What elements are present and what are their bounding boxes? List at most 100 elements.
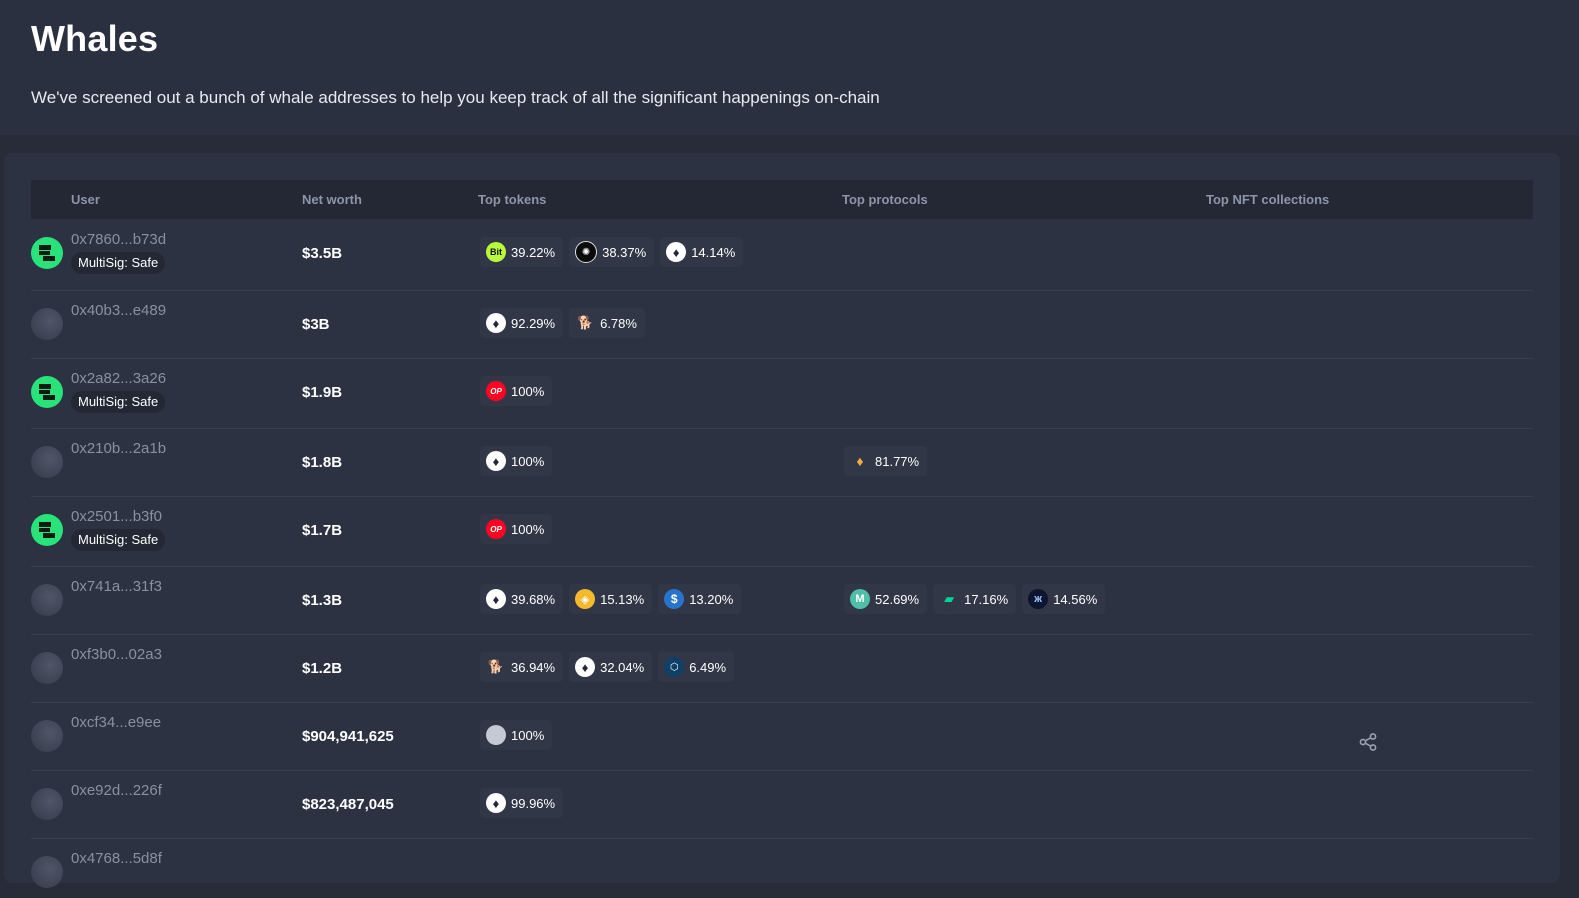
token-chip[interactable]: ♦ 39.68% [480, 584, 564, 614]
table-row[interactable]: 0xcf34...e9ee $904,941,625 ● 100% [31, 702, 1533, 771]
token-chip[interactable]: ⬡ 6.49% [658, 652, 735, 682]
wallet-address-link[interactable]: 0x210b...2a1b [71, 440, 166, 457]
token-chip[interactable]: ♦ 99.96% [480, 788, 564, 818]
net-worth-value: $823,487,045 [302, 796, 394, 813]
sunburst-token-icon: ✺ [575, 241, 598, 263]
protocol-chip[interactable]: ж 14.56% [1022, 584, 1106, 614]
token-chip[interactable]: ♦ 14.14% [660, 237, 744, 267]
eth-icon: ♦ [486, 451, 506, 471]
multisig-badge: MultiSig: Safe [71, 391, 166, 413]
protocol-percentage: 52.69% [875, 591, 920, 607]
op-icon: OP [486, 381, 506, 401]
morpho-icon: ж [1028, 589, 1049, 609]
eth-icon: ♦ [666, 242, 687, 262]
avatar [31, 652, 63, 684]
token-percentage: 92.29% [511, 315, 556, 331]
token-chip[interactable]: OP 100% [480, 514, 553, 544]
wallet-address-link[interactable]: 0xe92d...226f [71, 782, 162, 799]
avatar [31, 308, 63, 340]
table-row[interactable]: 0x210b...2a1b $1.8B ♦ 100% ♦ 81.77% [31, 428, 1533, 497]
table-row[interactable]: 0xf3b0...02a3 $1.2B 🐕 36.94% ♦ 32.04% ⬡ 6.49% [31, 634, 1533, 703]
wallet-address-link[interactable]: 0x2501...b3f0 [71, 508, 162, 525]
net-worth-value: $1.2B [302, 660, 343, 677]
bit-token-icon: Bit [486, 242, 506, 262]
column-header-user[interactable]: User [71, 192, 100, 207]
token-percentage: 39.22% [511, 244, 556, 260]
table-header: User Net worth Top tokens Top protocols … [31, 180, 1533, 219]
avatar [31, 446, 63, 478]
op-icon: OP [486, 519, 506, 539]
net-worth-value: $904,941,625 [302, 728, 394, 745]
token-percentage: 6.49% [689, 659, 727, 675]
token-list: OP 100% [480, 514, 553, 544]
token-list: ♦ 92.29% 🐕 6.78% [480, 308, 645, 338]
table-row[interactable]: 0x4768...5d8f [31, 838, 1533, 898]
usdc-icon: $ [664, 589, 685, 609]
token-percentage: 100% [511, 383, 545, 399]
protocol-chip[interactable]: ▰ 17.16% [933, 584, 1017, 614]
multisig-badge: MultiSig: Safe [71, 529, 166, 551]
safe-icon [31, 514, 63, 546]
protocol-chip[interactable]: ♦ 81.77% [844, 446, 928, 476]
safe-icon [31, 237, 63, 269]
token-list: OP 100% [480, 376, 553, 406]
token-percentage: 39.68% [511, 591, 556, 607]
wallet-address-link[interactable]: 0x4768...5d8f [71, 850, 162, 867]
eth-icon: ♦ [486, 589, 506, 609]
token-chip[interactable]: ● 100% [480, 720, 553, 750]
eth-icon: ♦ [486, 793, 506, 813]
table-row[interactable]: 0x40b3...e489 $3B ♦ 92.29% 🐕 6.78% [31, 290, 1533, 359]
wallet-address-link[interactable]: 0xf3b0...02a3 [71, 646, 162, 663]
table-row[interactable]: 0x7860...b73d MultiSig: Safe $3.5B Bit 39.22… [31, 219, 1533, 291]
table-row[interactable]: 0xe92d...226f $823,487,045 ♦ 99.96% [31, 770, 1533, 839]
token-chip[interactable]: ✺ 38.37% [569, 237, 655, 267]
token-list: ♦ 100% [480, 446, 553, 476]
wallet-address-link[interactable]: 0x741a...31f3 [71, 578, 162, 595]
avatar [31, 788, 63, 820]
protocol-chip[interactable]: M 52.69% [844, 584, 928, 614]
token-chip[interactable]: 🐕 36.94% [480, 652, 564, 682]
token-chip[interactable]: OP 100% [480, 376, 553, 406]
lido-icon: ♦ [850, 451, 870, 471]
token-percentage: 36.94% [511, 659, 556, 675]
page-title: Whales [31, 18, 159, 59]
token-list: ♦ 39.68% ◈ 15.13% $13.20% [480, 584, 742, 614]
multisig-badge: MultiSig: Safe [71, 252, 166, 274]
page-header: Whales We've screened out a bunch of wha… [0, 0, 1579, 135]
avatar [31, 856, 63, 888]
token-chip[interactable]: 🐕 6.78% [569, 308, 645, 338]
token-percentage: 15.13% [600, 591, 645, 607]
token-chip[interactable]: ♦ 32.04% [569, 652, 653, 682]
wallet-address-link[interactable]: 0x7860...b73d [71, 231, 166, 248]
wallet-address-link[interactable]: 0x40b3...e489 [71, 302, 166, 319]
net-worth-value: $1.9B [302, 384, 343, 401]
cro-icon: ⬡ [664, 657, 685, 677]
avatar [31, 584, 63, 616]
token-chip[interactable]: $13.20% [658, 584, 742, 614]
table-row[interactable]: 0x2a82...3a26 MultiSig: Safe $1.9B OP 100% [31, 358, 1533, 429]
net-worth-value: $3.5B [302, 245, 343, 262]
wallet-address-link[interactable]: 0xcf34...e9ee [71, 714, 161, 731]
token-list: ♦ 99.96% [480, 788, 564, 818]
token-percentage: 38.37% [602, 244, 647, 260]
avatar [31, 720, 63, 752]
token-percentage: 100% [511, 453, 545, 469]
token-chip[interactable]: Bit 39.22% [480, 237, 564, 267]
token-chip[interactable]: ♦ 92.29% [480, 308, 564, 338]
protocol-list: ♦ 81.77% [844, 446, 928, 476]
protocol-list: M 52.69% ▰ 17.16% ж 14.56% [844, 584, 1106, 614]
token-chip[interactable]: ◈ 15.13% [569, 584, 653, 614]
whales-table-panel: User Net worth Top tokens Top protocols … [4, 153, 1560, 888]
wallet-address-link[interactable]: 0x2a82...3a26 [71, 370, 166, 387]
table-row[interactable]: 0x2501...b3f0 MultiSig: Safe $1.7B OP 100% [31, 496, 1533, 567]
net-worth-value: $3B [302, 316, 330, 333]
column-header-net-worth[interactable]: Net worth [302, 192, 362, 207]
token-percentage: 14.14% [691, 244, 736, 260]
token-chip[interactable]: ♦ 100% [480, 446, 553, 476]
compound-icon: ▰ [939, 589, 960, 609]
token-list: 🐕 36.94% ♦ 32.04% ⬡ 6.49% [480, 652, 735, 682]
shib-icon: 🐕 [486, 657, 506, 677]
table-row[interactable]: 0x741a...31f3 $1.3B ♦ 39.68% ◈ 15.13% $13.20% M… [31, 566, 1533, 635]
safe-icon [31, 376, 63, 408]
share-icon[interactable] [1358, 732, 1378, 752]
